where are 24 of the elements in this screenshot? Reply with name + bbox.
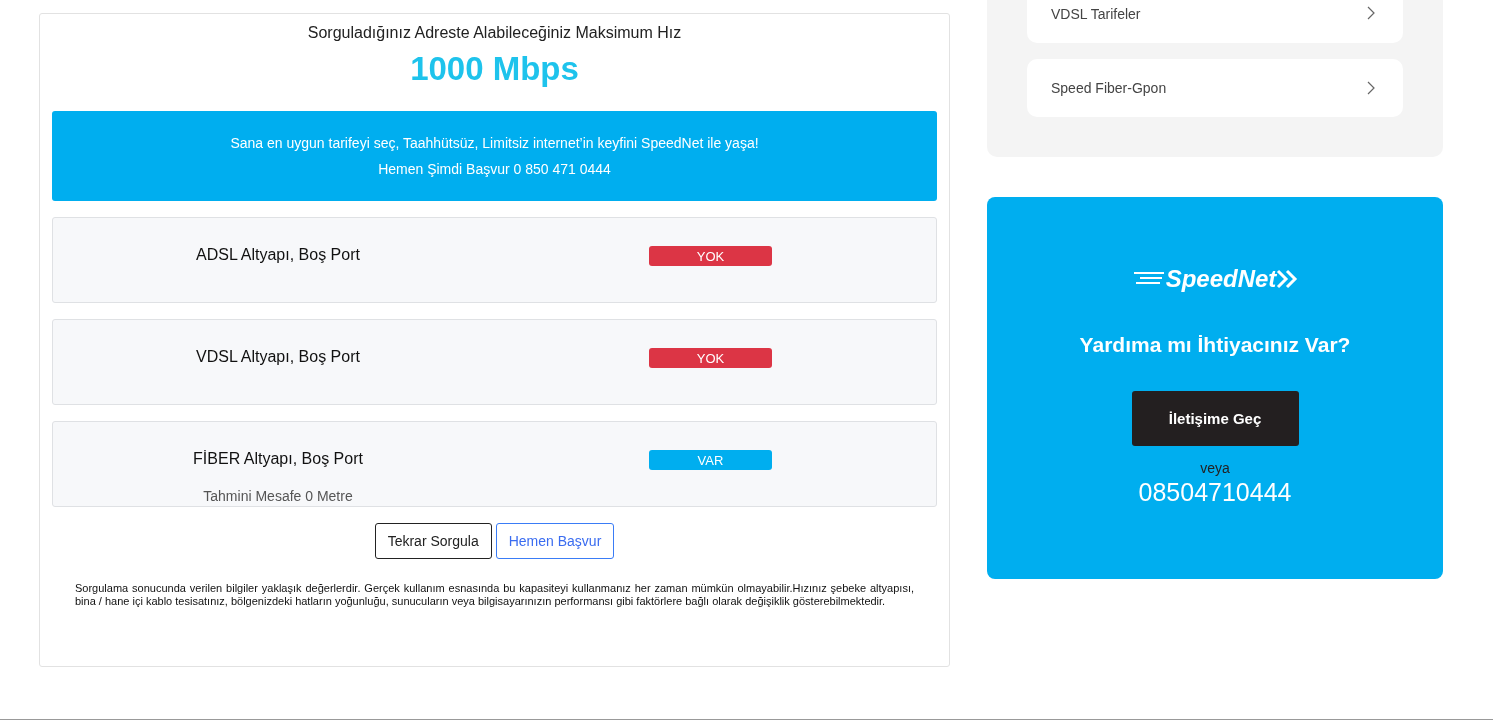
chevron-right-icon <box>1367 81 1375 95</box>
disclaimer-text: Sorgulama sonucunda verilen bilgiler yaklaşık değerlerdir. Gerçek kullanım esnasında bu kapasiteyi kullanmanız her zaman mümkün olmayabilir.Hızınız şebeke altyapısı, bina / hane içi kablo tesisatınız, bölgenizdeki hatların yoğunluğu, sunucuların veya bilgisayarınızın performansı gibi faktörlere bağlı olarak değişiklik gösterebilmektedir. <box>75 582 914 609</box>
logo-wordmark: SpeedNet <box>1165 265 1277 293</box>
double-chevron-icon <box>1276 269 1299 289</box>
promo-text: Hemen Şimdi Başvur 0 850 471 0444 <box>378 161 611 177</box>
result-heading: Sorguladığınız Adreste Alabileceğiniz Maksimum Hız <box>306 24 683 42</box>
apply-button[interactable]: Hemen Başvur <box>495 523 615 559</box>
max-speed: 1000 Mbps <box>409 50 580 88</box>
chevron-right-icon <box>1367 6 1375 20</box>
infrastructure-name: VDSL Altyapı, Boş Port <box>196 348 360 366</box>
status-badge: VAR <box>649 450 772 470</box>
promo-text: Sana en uygun tarifeyi seç, Taahhütsüz, Limitsiz internet’in keyfini SpeedNet ile yaşa! <box>230 135 759 151</box>
infrastructure-name: ADSL Altyapı, Boş Port <box>196 246 360 264</box>
requery-button[interactable]: Tekrar Sorgula <box>374 523 492 559</box>
contact-button[interactable]: İletişime Geç <box>1131 391 1299 446</box>
phone-number: 08504710444 <box>1138 478 1292 507</box>
sidebar-link[interactable]: VDSL Tarifeler <box>1027 0 1403 43</box>
infrastructure-name: FİBER Altyapı, Boş Port <box>193 450 363 468</box>
status-badge: YOK <box>649 348 772 368</box>
distance-text: Tahmini Mesafe 0 Metre <box>203 488 353 504</box>
help-title: Yardıma mı İhtiyacınız Var? <box>1079 333 1351 357</box>
status-badge: YOK <box>649 246 772 266</box>
sidebar-link[interactable]: Speed Fiber-Gpon <box>1027 59 1403 117</box>
or-text: veya <box>1200 460 1230 476</box>
